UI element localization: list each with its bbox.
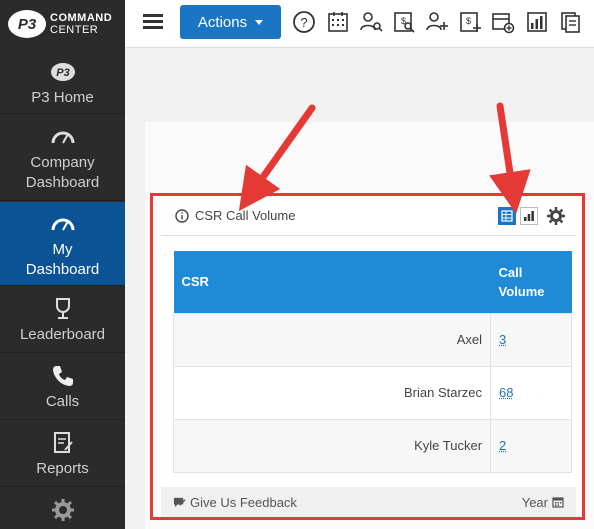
logo-line2: CENTER [50, 24, 99, 36]
view-toggle [498, 206, 566, 226]
sidebar-item-company-dashboard[interactable]: Company Dashboard [0, 115, 125, 201]
csr-name: Brian Starzec [172, 365, 492, 420]
table-row: Brian Starzec 68 [172, 365, 572, 420]
speedometer-icon [49, 123, 77, 151]
documents-icon[interactable] [559, 10, 583, 34]
call-volume-link[interactable]: 68 [499, 385, 513, 400]
feedback-link[interactable]: Give Us Feedback [173, 495, 297, 510]
app-logo[interactable]: P3 COMMAND CENTER [0, 0, 125, 48]
sidebar-item-my-dashboard[interactable]: My Dashboard [0, 202, 125, 286]
table-row: Kyle Tucker 2 [172, 418, 572, 473]
call-volume-cell: 2 [490, 418, 572, 473]
logo-line1: COMMAND [50, 12, 113, 24]
gear-icon [49, 496, 77, 524]
actions-button[interactable]: Actions [180, 5, 281, 39]
add-sale-icon[interactable]: $ [458, 10, 482, 34]
call-volume-cell: 3 [490, 312, 572, 367]
bar-chart-icon[interactable] [525, 10, 549, 34]
widget-title: CSR Call Volume [195, 208, 296, 223]
csr-name: Kyle Tucker [172, 418, 492, 473]
sidebar-item-label: My Dashboard [25, 241, 100, 278]
svg-text:$: $ [466, 16, 471, 26]
chart-view-icon[interactable] [520, 207, 538, 225]
info-icon[interactable] [175, 208, 189, 223]
widget-header: CSR Call Volume [161, 196, 576, 236]
column-header-call-volume-label: Call Volume [498, 264, 545, 299]
csr-table: CSR Call Volume Axel 3 Brian Starzec 68 … [172, 251, 572, 473]
report-icon [49, 429, 77, 457]
sidebar-item-p3-home[interactable]: P3 P3 Home [0, 50, 125, 114]
p3-logo-icon: P3 [49, 58, 77, 86]
call-volume-link[interactable]: 3 [499, 332, 506, 347]
hamburger-menu-icon[interactable] [143, 14, 163, 30]
logo-text: COMMAND CENTER [50, 12, 112, 36]
sale-search-icon[interactable]: $ [392, 10, 416, 34]
feedback-label: Give Us Feedback [190, 494, 297, 510]
call-volume-link[interactable]: 2 [499, 438, 506, 453]
period-label: Year [521, 494, 548, 510]
phone-icon [49, 362, 77, 390]
column-header-call-volume[interactable]: Call Volume [490, 251, 572, 313]
feedback-icon [173, 497, 186, 507]
speedometer-icon [49, 210, 77, 238]
caret-down-icon [255, 19, 264, 25]
sidebar-item-calls[interactable]: Calls [0, 354, 125, 420]
csr-call-volume-widget: CSR Call Volume CSR Call Volume Axel 3 B [150, 193, 585, 520]
column-header-csr[interactable]: CSR [173, 251, 491, 313]
user-search-icon[interactable] [359, 10, 383, 34]
settings-gear-icon[interactable] [546, 206, 566, 226]
sidebar: P3 COMMAND CENTER P3 P3 Home Company Das… [0, 0, 125, 529]
sidebar-item-label: P3 Home [31, 89, 94, 106]
table-row: Axel 3 [172, 312, 572, 367]
sidebar-item-label: Calls [45, 393, 80, 410]
sidebar-item-leaderboard[interactable]: Leaderboard [0, 287, 125, 353]
table-view-icon[interactable] [498, 207, 516, 225]
csr-name: Axel [172, 312, 492, 367]
svg-text:?: ? [300, 15, 307, 30]
trophy-icon [49, 295, 77, 323]
table-header-row: CSR Call Volume [173, 251, 572, 313]
widget-footer: Give Us Feedback Year [161, 487, 576, 517]
calendar-icon [552, 497, 564, 508]
calendar-grid-icon[interactable] [326, 10, 350, 34]
top-bar: Actions ? $ $ [125, 0, 594, 48]
help-icon[interactable]: ? [292, 10, 316, 34]
add-calendar-icon[interactable] [491, 10, 515, 34]
add-user-icon[interactable] [425, 10, 449, 34]
actions-button-label: Actions [197, 13, 248, 31]
sidebar-item-reports[interactable]: Reports [0, 421, 125, 487]
svg-text:P3: P3 [56, 67, 69, 79]
sidebar-item-label: Company Dashboard [25, 154, 100, 191]
period-selector[interactable]: Year [522, 495, 564, 510]
logo-mark: P3 [8, 10, 46, 38]
call-volume-cell: 68 [490, 365, 572, 420]
sidebar-item-label: Leaderboard [19, 326, 106, 343]
sidebar-item-label: Reports [36, 460, 89, 477]
sidebar-item-settings[interactable] [0, 488, 125, 529]
